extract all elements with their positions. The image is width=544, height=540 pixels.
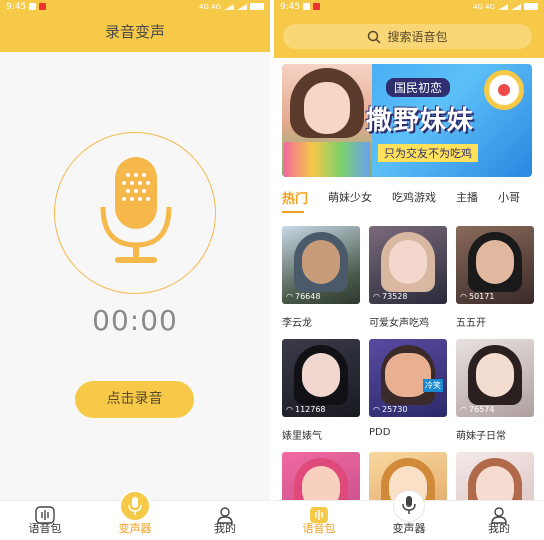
mic-nav-icon: [128, 497, 142, 515]
voice-thumbnail: ◠ 73528: [369, 226, 447, 304]
header-bar: 9:45 4G 4G 录音变声: [0, 0, 270, 52]
nav-label: 我的: [488, 522, 510, 535]
nav-voice-pack[interactable]: 语音包: [274, 501, 364, 540]
voice-changer-screen: 9:45 4G 4G 录音变声 00:00 点击录音 语音包 变声器 我的: [0, 0, 270, 540]
nav-label: 变声器: [118, 522, 152, 535]
record-button[interactable]: 点击录音: [75, 381, 194, 418]
voice-thumbnail: ◠ 76574: [456, 339, 534, 417]
record-circle[interactable]: [54, 132, 216, 294]
app-notification-icon: [39, 3, 47, 10]
signal-icon-2: [511, 3, 521, 10]
headphone-icon: ◠: [373, 405, 380, 414]
status-time: 9:45: [6, 1, 27, 12]
voice-changer-badge: [119, 490, 151, 522]
play-count: ◠ 76574: [460, 405, 495, 414]
voice-thumbnail: ◠ 76648: [282, 226, 360, 304]
voice-card[interactable]: ◠ 76648 李云龙: [282, 226, 360, 329]
headphone-icon: ◠: [460, 405, 467, 414]
voice-card[interactable]: ◠ 76574 萌妹子日常: [456, 339, 534, 442]
headphone-icon: ◠: [373, 292, 380, 301]
bottom-nav: 语音包 变声器 我的: [274, 490, 544, 540]
headphone-icon: ◠: [286, 405, 293, 414]
voice-title: PDD: [369, 427, 391, 438]
play-count: ◠ 73528: [373, 292, 408, 301]
app-notification-icon: [313, 3, 321, 10]
status-time: 9:45: [280, 1, 301, 12]
voice-title: 李云龙: [282, 318, 312, 329]
nav-label: 变声器: [392, 522, 426, 535]
tab-hot[interactable]: 热门: [274, 188, 318, 213]
sticker-icon: 冷笑: [423, 379, 443, 392]
voice-thumbnail: ◠ 50171: [456, 226, 534, 304]
page-title: 录音变声: [104, 23, 165, 41]
nav-mine[interactable]: 我的: [454, 501, 544, 540]
battery-icon: [524, 3, 538, 10]
banner-tag: 国民初恋: [386, 78, 451, 97]
signal-icon: [498, 3, 508, 10]
search-icon: [368, 30, 382, 44]
header-bar: 9:45 4G 4G 搜索语音包: [274, 0, 544, 58]
voice-title: 五五开: [456, 318, 486, 329]
banner-photo: [282, 64, 372, 177]
voice-title: 萌妹子日常: [456, 431, 506, 442]
voice-card[interactable]: ◠ 73528 可爱女声吃鸡: [369, 226, 447, 329]
status-bar: 9:45 4G 4G: [274, 0, 544, 13]
tab-streamer[interactable]: 主播: [446, 189, 488, 205]
play-count: ◠ 25730: [373, 405, 408, 414]
headphone-icon: ◠: [286, 292, 293, 301]
notification-icon: [29, 3, 37, 10]
bottom-nav: 语音包 变声器 我的: [0, 490, 270, 540]
play-count: ◠ 112768: [286, 405, 326, 414]
record-area: 00:00 点击录音: [0, 52, 270, 500]
search-bar[interactable]: 搜索语音包: [283, 24, 532, 49]
voice-card[interactable]: 冷笑 ◠ 25730 PDD: [369, 339, 447, 438]
voice-changer-badge: [393, 490, 425, 522]
signal-icon: [224, 3, 234, 10]
play-count: ◠ 76648: [286, 292, 321, 301]
status-bar: 9:45 4G 4G: [0, 0, 270, 13]
signal-icon-2: [237, 3, 247, 10]
voice-title: 可爱女声吃鸡: [369, 318, 429, 329]
nav-label: 语音包: [302, 522, 336, 535]
tab-label: 热门: [282, 191, 309, 207]
notification-icon: [303, 3, 311, 10]
network-label: 4G 4G: [199, 2, 221, 11]
voice-card[interactable]: ◠ 50171 五五开: [456, 226, 534, 329]
nav-label: 我的: [214, 522, 236, 535]
mic-nav-icon: [402, 496, 416, 514]
voice-card[interactable]: ◠ 112768 婊里婊气: [282, 339, 360, 442]
headphone-icon: ◠: [460, 292, 467, 301]
record-timer: 00:00: [92, 304, 178, 337]
banner-tagline: 只为交友不为吃鸡: [378, 144, 478, 162]
microphone-icon: [100, 157, 172, 263]
banner-headline: 撒野妹妹: [366, 106, 475, 136]
network-label: 4G 4G: [473, 2, 495, 11]
tab-cute-girl[interactable]: 萌妹少女: [318, 189, 382, 205]
voice-pack-screen: 9:45 4G 4G 搜索语音包 国民初恋 撒野妹妹 只为交友不为吃鸡 热门 萌…: [274, 0, 544, 540]
target-icon: [484, 70, 524, 110]
nav-voice-changer[interactable]: 变声器: [90, 490, 180, 540]
battery-icon: [250, 3, 264, 10]
nav-voice-changer[interactable]: 变声器: [364, 490, 454, 540]
play-count: ◠ 50171: [460, 292, 495, 301]
voice-thumbnail: ◠ 112768: [282, 339, 360, 417]
tab-indicator: [282, 210, 304, 213]
promo-banner[interactable]: 国民初恋 撒野妹妹 只为交友不为吃鸡: [282, 64, 532, 177]
tab-pubg[interactable]: 吃鸡游戏: [382, 189, 446, 205]
search-placeholder: 搜索语音包: [387, 30, 448, 44]
nav-label: 语音包: [28, 522, 62, 535]
voice-title: 婊里婊气: [282, 431, 322, 442]
nav-mine[interactable]: 我的: [180, 501, 270, 540]
nav-voice-pack[interactable]: 语音包: [0, 501, 90, 540]
tab-guy[interactable]: 小哥: [488, 189, 530, 205]
voice-thumbnail: 冷笑 ◠ 25730: [369, 339, 447, 417]
category-tabs: 热门 萌妹少女 吃鸡游戏 主播 小哥: [274, 184, 544, 213]
